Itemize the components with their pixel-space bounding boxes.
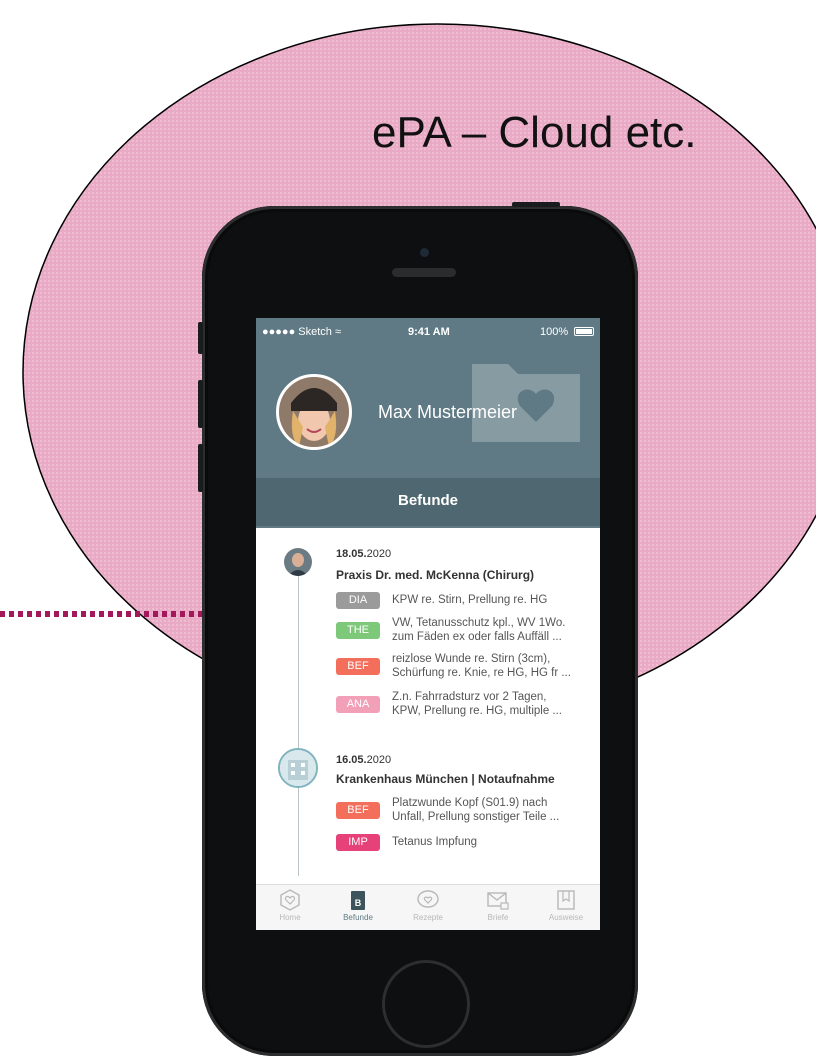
tag-badge: DIA — [336, 592, 380, 609]
tab-briefe[interactable]: Briefe — [468, 889, 528, 922]
hospital-building-icon — [280, 750, 316, 786]
entry-date: 18.05.2020 — [336, 548, 392, 560]
avatar[interactable] — [276, 374, 352, 450]
tag-badge: BEF — [336, 658, 380, 675]
side-button-power — [512, 202, 560, 207]
tab-ausweise[interactable]: Ausweise — [536, 889, 596, 922]
profile-header: ●●●●● Sketch ≈ 9:41 AM 100% Max Musterme… — [256, 318, 600, 528]
tag-badge: THE — [336, 622, 380, 639]
tab-befunde[interactable]: B Befunde — [328, 889, 388, 922]
doctor-portrait-icon — [284, 548, 312, 576]
finding-text: reizlose Wunde re. Stirn (3cm), Schürfun… — [392, 653, 571, 679]
finding-text: VW, Tetanusschutz kpl., WV 1Wo. zum Fäde… — [392, 617, 566, 643]
finding-row[interactable]: BEF reizlose Wunde re. Stirn (3cm), Schü… — [336, 652, 594, 682]
bookmark-icon — [557, 890, 575, 910]
finding-text: Z.n. Fahrradsturz vor 2 Tagen, KPW, Prel… — [392, 691, 563, 717]
mail-lock-icon — [487, 892, 509, 910]
finding-text: Tetanus Impfung — [392, 836, 478, 848]
svg-text:B: B — [355, 898, 362, 908]
avatar-portrait-icon — [279, 377, 349, 447]
entry-date: 16.05.2020 — [336, 754, 392, 766]
chat-heart-icon — [417, 890, 439, 908]
finding-text: KPW re. Stirn, Prellung re. HG — [392, 594, 548, 606]
side-button-volume-up — [198, 380, 203, 428]
tab-home[interactable]: Home — [260, 889, 320, 922]
finding-row[interactable]: BEF Platzwunde Kopf (S01.9) nach Unfall,… — [336, 796, 594, 826]
tab-bar: Home B Befunde Rezepte Briefe Ausweise — [256, 884, 600, 930]
status-time: 9:41 AM — [408, 326, 450, 338]
folder-heart-icon — [472, 364, 580, 442]
tab-rezepte[interactable]: Rezepte — [398, 889, 458, 922]
entry-title[interactable]: Krankenhaus München | Notaufnahme — [336, 772, 555, 786]
app-screen: ●●●●● Sketch ≈ 9:41 AM 100% Max Musterme… — [256, 318, 600, 930]
entry-avatar-hospital[interactable] — [278, 748, 318, 788]
tag-badge: IMP — [336, 834, 380, 851]
home-button[interactable] — [382, 960, 470, 1048]
finding-row[interactable]: IMP Tetanus Impfung — [336, 834, 594, 852]
battery-icon — [574, 327, 594, 336]
status-carrier: ●●●●● Sketch ≈ — [262, 326, 341, 338]
book-icon: B — [351, 891, 365, 910]
section-title: Befunde — [398, 492, 458, 509]
side-button-volume-down — [198, 444, 203, 492]
timeline-line — [298, 568, 299, 876]
finding-row[interactable]: DIA KPW re. Stirn, Prellung re. HG — [336, 592, 594, 610]
finding-text: Platzwunde Kopf (S01.9) nach Unfall, Pre… — [392, 797, 560, 823]
profile-name: Max Mustermeier — [378, 402, 518, 422]
heart-circle-icon — [280, 889, 300, 911]
entry-title[interactable]: Praxis Dr. med. McKenna (Chirurg) — [336, 568, 534, 582]
finding-row[interactable]: ANA Z.n. Fahrradsturz vor 2 Tagen, KPW, … — [336, 690, 594, 720]
side-button-mute — [198, 322, 203, 354]
front-camera — [420, 248, 429, 257]
tag-badge: ANA — [336, 696, 380, 713]
finding-row[interactable]: THE VW, Tetanusschutz kpl., WV 1Wo. zum … — [336, 616, 594, 646]
speaker-grill — [392, 268, 456, 277]
status-battery-level: 100% — [540, 326, 569, 338]
tag-badge: BEF — [336, 802, 380, 819]
entry-avatar-doctor[interactable] — [284, 548, 312, 576]
headline-text: ePA – Cloud etc. — [372, 108, 697, 157]
